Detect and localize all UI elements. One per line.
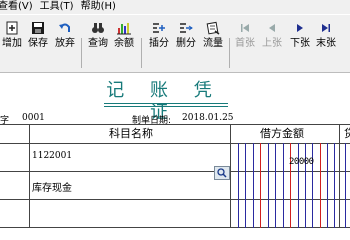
discard-button[interactable]: 放弃 — [53, 20, 77, 56]
table-border — [230, 124, 231, 228]
add-button[interactable]: 增加 — [0, 20, 24, 56]
binoculars-icon — [91, 21, 105, 35]
first-page-icon — [238, 21, 252, 35]
digit-line — [298, 143, 299, 228]
subject-name-cell[interactable]: 库存现金 — [32, 179, 72, 194]
digit-line — [305, 143, 306, 228]
digit-line — [268, 143, 269, 228]
unit-line — [290, 143, 291, 228]
delete-row-icon — [179, 21, 193, 35]
menu-bar: 查看(V) 工具(T) 帮助(H) — [0, 0, 350, 14]
add-document-icon — [5, 21, 19, 35]
digit-line — [283, 143, 284, 228]
last-page-label: 末张 — [316, 38, 336, 49]
digit-line — [327, 143, 328, 228]
save-button[interactable]: 保存 — [26, 20, 50, 56]
digit-line — [334, 143, 335, 228]
menu-view[interactable]: 查看(V) — [0, 0, 36, 14]
previous-page-label: 上张 — [262, 38, 282, 49]
next-page-button[interactable]: 下张 — [288, 20, 312, 56]
subject-code-cell[interactable]: 1122001 — [32, 151, 72, 161]
first-page-label: 首张 — [235, 38, 255, 49]
delete-entry-label: 删分 — [176, 38, 196, 49]
bar-chart-icon — [117, 21, 131, 35]
digit-line — [312, 143, 313, 228]
toolbar-separator — [141, 38, 142, 68]
query-label: 查询 — [88, 38, 108, 49]
insert-row-icon — [152, 21, 166, 35]
debit-amount-cell[interactable]: 20000 — [289, 157, 314, 167]
digit-line — [245, 143, 246, 228]
query-button[interactable]: 查询 — [86, 20, 110, 56]
title-underline — [104, 103, 228, 104]
discard-label: 放弃 — [55, 38, 75, 49]
unit-line — [260, 143, 261, 228]
table-border — [339, 124, 340, 228]
balance-label: 余额 — [114, 38, 134, 49]
cash-flow-label: 流量 — [203, 38, 223, 49]
debit-column-header: 借方金额 — [260, 127, 304, 140]
next-page-label: 下张 — [290, 38, 310, 49]
digit-line — [345, 143, 346, 228]
subject-lookup-icon[interactable] — [214, 166, 230, 180]
table-border — [0, 124, 350, 125]
add-label: 增加 — [2, 38, 22, 49]
menu-help[interactable]: 帮助(H) — [77, 0, 119, 14]
menu-tools[interactable]: 工具(T) — [36, 0, 77, 14]
unit-line — [320, 143, 321, 228]
last-page-button[interactable]: 末张 — [314, 20, 338, 56]
balance-button[interactable]: 余额 — [112, 20, 136, 56]
voucher-date[interactable]: 2018.01.25 — [182, 113, 234, 123]
digit-line — [253, 143, 254, 228]
previous-page-button[interactable]: 上张 — [260, 20, 284, 56]
digit-line — [275, 143, 276, 228]
cash-flow-icon — [206, 21, 220, 35]
voucher-number[interactable]: 0001 — [22, 113, 45, 123]
subject-column-header: 科目名称 — [109, 127, 153, 140]
undo-icon — [58, 21, 72, 35]
insert-entry-label: 插分 — [149, 38, 169, 49]
digit-line — [238, 143, 239, 228]
next-page-icon — [293, 21, 307, 35]
voucher-entry-table: 科目名称 借方金额 贷 1122001 20000 库存现金 — [0, 124, 350, 228]
last-page-icon — [319, 21, 333, 35]
toolbar-separator — [229, 38, 230, 68]
title-underline — [104, 106, 228, 107]
save-icon — [31, 21, 45, 35]
first-page-button[interactable]: 首张 — [233, 20, 257, 56]
toolbar-separator — [81, 38, 82, 68]
save-label: 保存 — [28, 38, 48, 49]
table-border — [29, 124, 30, 228]
cash-flow-button[interactable]: 流量 — [201, 20, 225, 56]
delete-entry-button[interactable]: 删分 — [174, 20, 198, 56]
credit-column-header: 贷 — [344, 127, 350, 140]
previous-page-icon — [265, 21, 279, 35]
insert-entry-button[interactable]: 插分 — [147, 20, 171, 56]
